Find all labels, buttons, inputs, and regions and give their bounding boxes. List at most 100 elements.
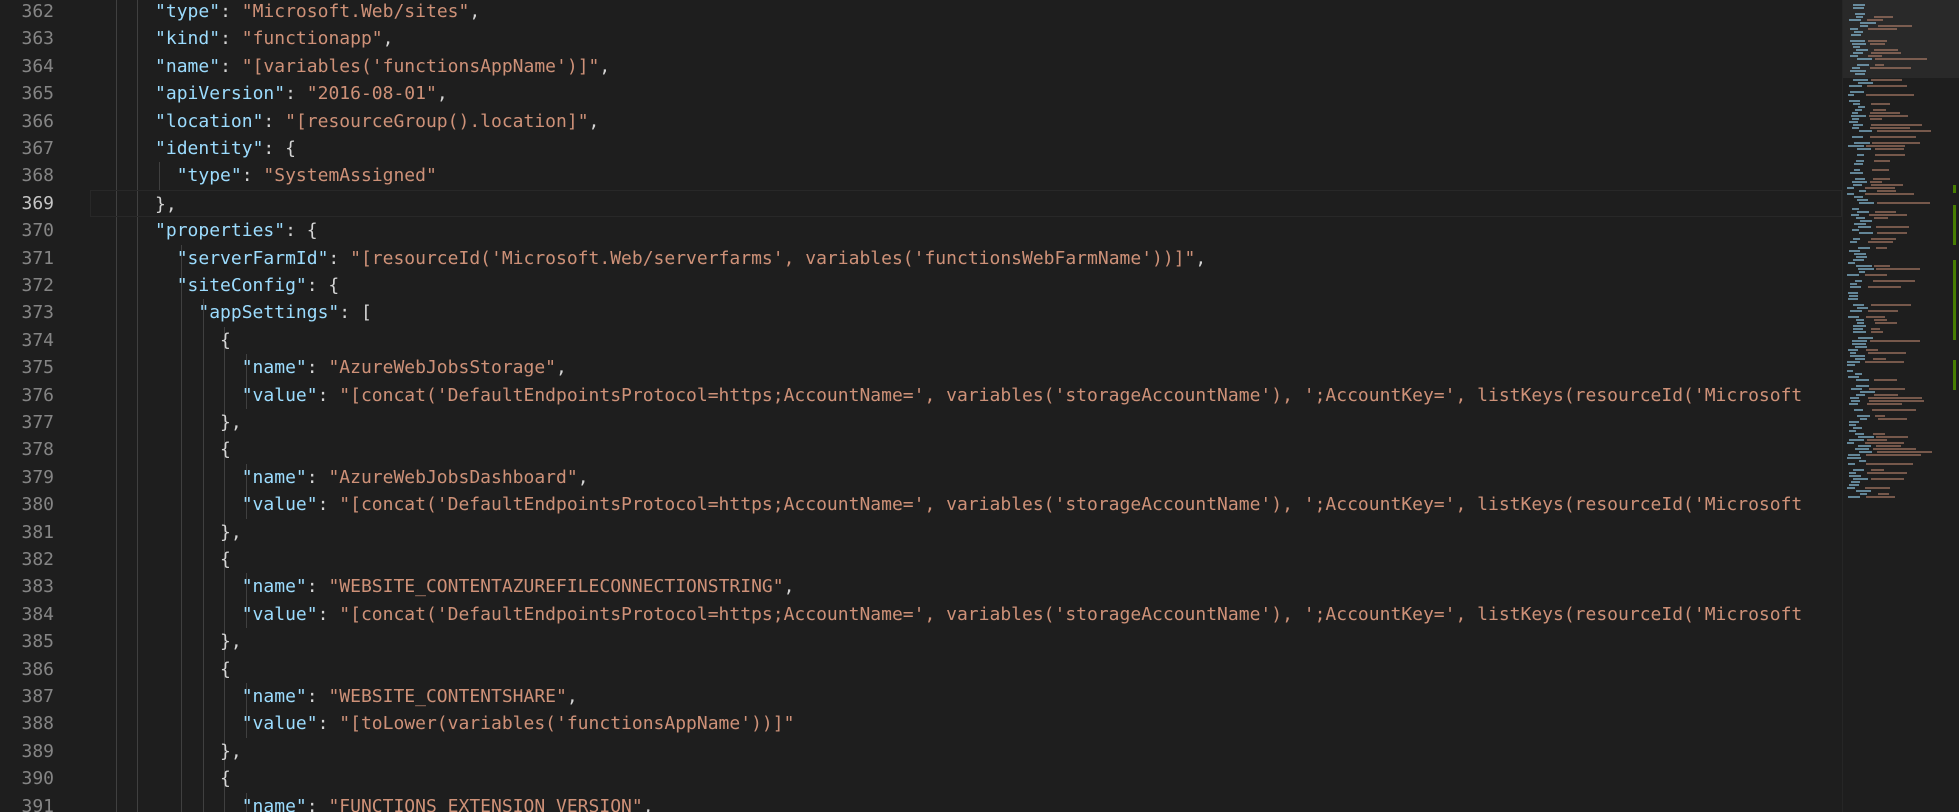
code-line[interactable]: }, [90, 519, 1842, 546]
minimap-code-stroke [1876, 268, 1921, 270]
minimap-code-stroke [1853, 46, 1860, 48]
line-number[interactable]: 391 [0, 793, 54, 812]
line-number[interactable]: 379 [0, 464, 54, 491]
line-number[interactable]: 367 [0, 135, 54, 162]
code-line[interactable]: "name": "WEBSITE_CONTENTAZUREFILECONNECT… [90, 573, 1842, 600]
code-line[interactable]: "value": "[concat('DefaultEndpointsProto… [90, 601, 1842, 628]
minimap-code-stroke [1857, 58, 1872, 60]
code-line[interactable]: "name": "AzureWebJobsDashboard", [90, 464, 1842, 491]
code-line[interactable]: }, [90, 738, 1842, 765]
line-number[interactable]: 368 [0, 162, 54, 189]
code-line[interactable]: "kind": "functionapp", [90, 25, 1842, 52]
minimap-code-stroke [1874, 217, 1889, 219]
line-number[interactable]: 384 [0, 601, 54, 628]
line-number[interactable]: 371 [0, 245, 54, 272]
code-line[interactable]: "type": "SystemAssigned" [90, 162, 1842, 189]
minimap-code-stroke [1856, 160, 1864, 162]
line-number-gutter[interactable]: 362 363 364 365 366 367 368 369 370 371 372 373 374 3… [0, 0, 90, 812]
json-punctuation: : [220, 55, 242, 77]
minimap-code-stroke [1874, 394, 1899, 396]
minimap-code-stroke [1874, 265, 1891, 267]
code-line[interactable]: "serverFarmId": "[resourceId('Microsoft.… [90, 245, 1842, 272]
code-line[interactable]: "name": "AzureWebJobsStorage", [90, 354, 1842, 381]
line-number[interactable]: 382 [0, 546, 54, 573]
minimap-code-stroke [1854, 409, 1863, 411]
minimap-code-stroke [1870, 127, 1910, 129]
minimap-code-stroke [1874, 319, 1887, 321]
code-line[interactable]: "value": "[concat('DefaultEndpointsProto… [90, 491, 1842, 518]
json-key: "type" [155, 1, 221, 22]
line-number[interactable]: 383 [0, 573, 54, 600]
line-number[interactable]: 366 [0, 108, 54, 135]
line-number[interactable]: 380 [0, 491, 54, 518]
code-line[interactable]: }, [90, 189, 1842, 217]
line-number[interactable]: 365 [0, 80, 54, 107]
line-number[interactable]: 364 [0, 53, 54, 80]
code-line[interactable]: "name": "FUNCTIONS_EXTENSION_VERSION", [90, 793, 1842, 812]
minimap-code-stroke [1854, 253, 1866, 255]
json-punctuation: : [306, 466, 329, 488]
line-number[interactable]: 369 [0, 190, 54, 217]
line-number[interactable]: 376 [0, 382, 54, 409]
line-number[interactable]: 378 [0, 436, 54, 463]
code-line[interactable]: { [90, 765, 1842, 792]
minimap-code-stroke [1852, 112, 1859, 114]
line-number[interactable]: 387 [0, 683, 54, 710]
line-number[interactable]: 373 [0, 299, 54, 326]
line-number[interactable]: 375 [0, 354, 54, 381]
code-line[interactable]: { [90, 656, 1842, 683]
json-punctuation: : [317, 713, 340, 735]
code-line[interactable]: }, [90, 409, 1842, 436]
code-line[interactable]: "value": "[toLower(variables('functionsA… [90, 710, 1842, 737]
code-line[interactable]: "appSettings": [ [90, 299, 1842, 326]
code-line[interactable]: "identity": { [90, 135, 1842, 162]
code-editor[interactable]: 362 363 364 365 366 367 368 369 370 371 372 373 374 3… [0, 0, 1959, 812]
code-line[interactable]: { [90, 436, 1842, 463]
line-number[interactable]: 390 [0, 765, 54, 792]
line-number[interactable]: 381 [0, 519, 54, 546]
minimap-code-stroke [1875, 322, 1897, 324]
line-number[interactable]: 388 [0, 710, 54, 737]
code-line[interactable]: "name": "WEBSITE_CONTENTSHARE", [90, 683, 1842, 710]
minimap-code-stroke [1847, 187, 1854, 189]
line-number[interactable]: 385 [0, 628, 54, 655]
code-line[interactable]: "properties": { [90, 217, 1842, 244]
line-number[interactable]: 374 [0, 327, 54, 354]
minimap-code-stroke [1870, 67, 1911, 69]
line-number[interactable]: 372 [0, 272, 54, 299]
code-area[interactable]: "type": "Microsoft.Web/sites", "kind": "… [90, 0, 1842, 812]
minimap-code-stroke [1848, 94, 1855, 96]
line-number[interactable]: 389 [0, 738, 54, 765]
code-line[interactable]: "value": "[concat('DefaultEndpointsProto… [90, 382, 1842, 409]
line-number[interactable]: 370 [0, 217, 54, 244]
code-line[interactable]: }, [90, 628, 1842, 655]
minimap-code-stroke [1848, 454, 1861, 456]
minimap-code-stroke [1868, 310, 1899, 312]
line-number[interactable]: 362 [0, 0, 54, 25]
code-line[interactable]: "location": "[resourceGroup().location]"… [90, 108, 1842, 135]
line-number[interactable]: 386 [0, 656, 54, 683]
minimap-code-stroke [1857, 154, 1864, 156]
minimap-code-stroke [1853, 259, 1864, 261]
minimap-code-stroke [1871, 331, 1883, 333]
minimap-code-stroke [1865, 442, 1905, 444]
minimap-code-stroke [1876, 436, 1909, 438]
code-line[interactable]: "siteConfig": { [90, 272, 1842, 299]
code-line[interactable]: "apiVersion": "2016-08-01", [90, 80, 1842, 107]
json-key: "appSettings" [198, 302, 340, 324]
code-line[interactable]: { [90, 327, 1842, 354]
minimap-code-stroke [1848, 349, 1859, 351]
minimap-code-stroke [1875, 211, 1897, 213]
line-number[interactable]: 377 [0, 409, 54, 436]
code-line[interactable]: "type": "Microsoft.Web/sites", [90, 0, 1842, 25]
minimap[interactable] [1842, 0, 1959, 812]
code-line[interactable]: "name": "[variables('functionsAppName')]… [90, 53, 1842, 80]
line-number[interactable]: 363 [0, 25, 54, 52]
minimap-code-stroke [1878, 25, 1913, 27]
code-line[interactable]: { [90, 546, 1842, 573]
minimap-code-stroke [1849, 421, 1859, 423]
